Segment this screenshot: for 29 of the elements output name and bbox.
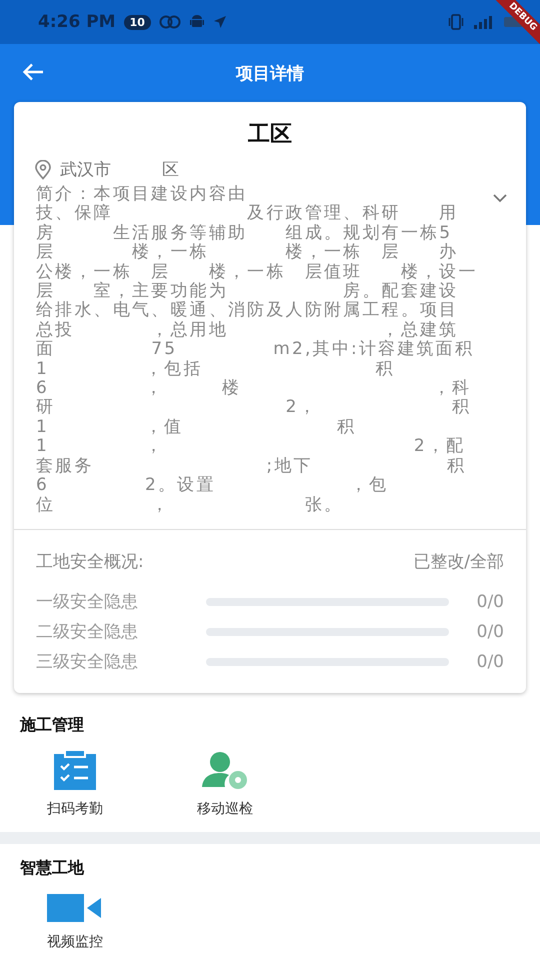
safety-legend: 已整改/全部 bbox=[413, 550, 504, 573]
person-location-icon bbox=[202, 750, 248, 790]
location-text: 武汉市 区 bbox=[60, 159, 179, 181]
feature-tile[interactable]: 视频监控 bbox=[20, 892, 130, 951]
video-camera-icon bbox=[47, 892, 103, 923]
feature-tile[interactable]: 移动巡检 bbox=[170, 750, 280, 818]
project-name: 工区 bbox=[247, 121, 293, 149]
hazard-count: 0/0 bbox=[476, 652, 504, 672]
section-title: 施工管理 bbox=[20, 714, 85, 736]
vibrate-icon bbox=[448, 14, 464, 30]
feature-tile[interactable]: 扫码考勤 bbox=[20, 750, 130, 818]
clipboard-checklist-icon bbox=[52, 750, 98, 790]
hazard-count: 0/0 bbox=[476, 622, 504, 642]
safety-title: 工地安全概况: bbox=[36, 550, 144, 573]
link-icon bbox=[158, 15, 181, 29]
page-title: 项目详情 bbox=[236, 62, 304, 84]
project-description: 简介：本项目建设内容由 技、保障 及行政管理、科研 用 房 生活服务等辅助 组成。规划有一栋5 层 楼，一栋 楼，一栋 层 办 公楼，一栋 层 楼，一栋 层值班 楼，设一 层 室，主要功能为 房。配套建设 给排水、电气、暖通、消防及人防附属工程。项目 总投 ，总用地 ，总建筑 面 75 m2,其中:计容建筑面积 1 ，包括 积 6 ， 楼 ，科 研 2， 积 1 ，值 积 1 ， 2，配 套服务 ;地下 积 6 2。设置 ，包 位 ， 张。 bbox=[36, 185, 478, 515]
navigation-icon bbox=[212, 15, 227, 29]
hazard-label: 一级安全隐患 bbox=[36, 591, 139, 614]
location-pin-icon bbox=[34, 160, 52, 180]
hazard-label: 二级安全隐患 bbox=[36, 621, 139, 644]
android-icon bbox=[188, 14, 205, 30]
back-button[interactable] bbox=[22, 63, 44, 81]
notification-count: 10 bbox=[124, 14, 151, 30]
chevron-down-icon[interactable] bbox=[492, 193, 508, 203]
section-title: 智慧工地 bbox=[20, 856, 86, 879]
status-time: 4:26 PM bbox=[38, 12, 116, 32]
hazard-count: 0/0 bbox=[476, 592, 504, 612]
hazard-label: 三级安全隐患 bbox=[36, 651, 139, 674]
